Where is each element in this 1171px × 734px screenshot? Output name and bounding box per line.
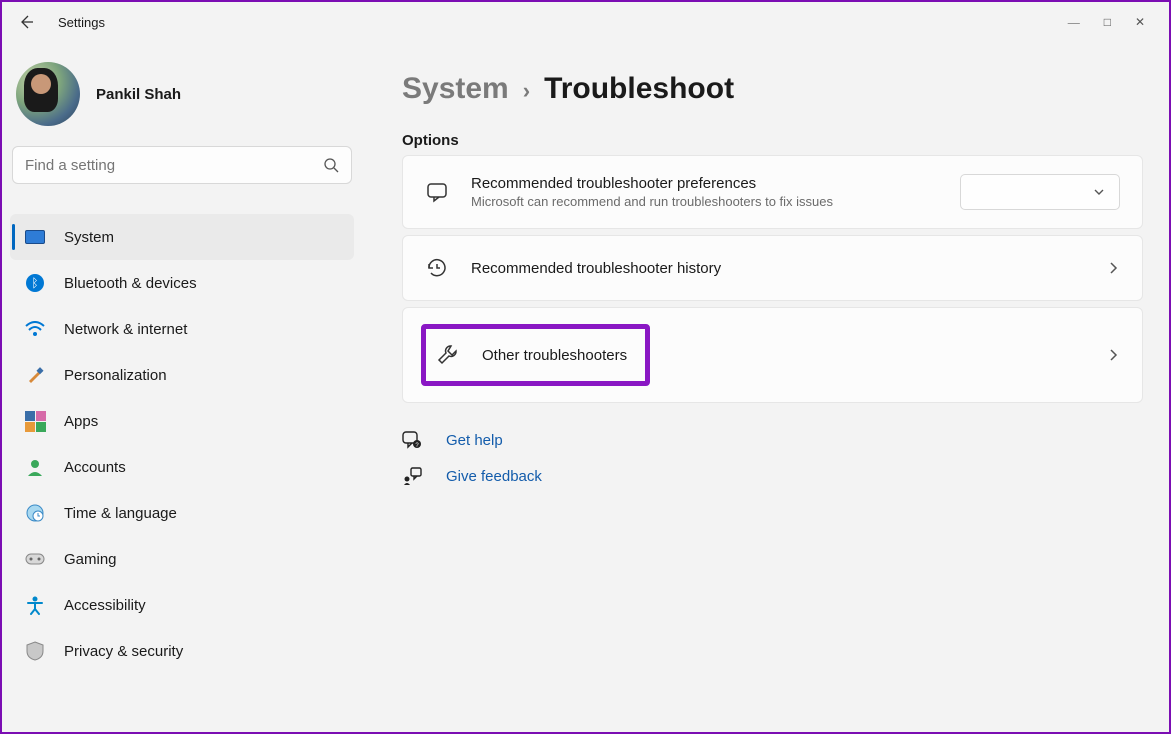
card-subtitle: Microsoft can recommend and run troubles… bbox=[471, 194, 938, 209]
arrow-left-icon bbox=[18, 14, 34, 30]
card-troubleshooter-history[interactable]: Recommended troubleshooter history bbox=[402, 235, 1143, 301]
link-label: Give feedback bbox=[446, 468, 542, 485]
give-feedback-link[interactable]: Give feedback bbox=[402, 467, 1143, 485]
clock-globe-icon bbox=[24, 502, 46, 524]
card-recommended-preferences: Recommended troubleshooter preferences M… bbox=[402, 155, 1143, 229]
sidebar-item-bluetooth[interactable]: ᛒ Bluetooth & devices bbox=[10, 260, 354, 306]
card-title: Other troubleshooters bbox=[482, 347, 627, 364]
card-title: Recommended troubleshooter preferences bbox=[471, 175, 938, 192]
section-title: Options bbox=[402, 132, 1143, 149]
sidebar-item-apps[interactable]: Apps bbox=[10, 398, 354, 444]
sidebar-item-time[interactable]: Time & language bbox=[10, 490, 354, 536]
sidebar: Pankil Shah System ᛒ Bluetooth & devices… bbox=[2, 42, 362, 732]
sidebar-item-privacy[interactable]: Privacy & security bbox=[10, 628, 354, 674]
shield-icon bbox=[24, 640, 46, 662]
sidebar-item-label: Accessibility bbox=[64, 597, 146, 614]
sidebar-item-label: Time & language bbox=[64, 505, 177, 522]
profile-name: Pankil Shah bbox=[96, 86, 181, 103]
search-box[interactable] bbox=[12, 146, 352, 184]
sidebar-item-label: Privacy & security bbox=[64, 643, 183, 660]
brush-icon bbox=[24, 364, 46, 386]
chevron-right-icon bbox=[1106, 348, 1120, 362]
content-area: System › Troubleshoot Options Recommende… bbox=[362, 42, 1169, 732]
sidebar-item-label: Network & internet bbox=[64, 321, 187, 338]
person-icon bbox=[24, 456, 46, 478]
chevron-down-icon bbox=[1093, 186, 1105, 198]
sidebar-item-accounts[interactable]: Accounts bbox=[10, 444, 354, 490]
wifi-icon bbox=[24, 318, 46, 340]
breadcrumb-current: Troubleshoot bbox=[544, 72, 734, 106]
sidebar-item-personalization[interactable]: Personalization bbox=[10, 352, 354, 398]
avatar bbox=[16, 62, 80, 126]
chat-icon bbox=[425, 180, 449, 204]
get-help-link[interactable]: ? Get help bbox=[402, 431, 1143, 449]
sidebar-item-accessibility[interactable]: Accessibility bbox=[10, 582, 354, 628]
back-button[interactable] bbox=[10, 6, 42, 38]
sidebar-item-label: Apps bbox=[64, 413, 98, 430]
card-title: Recommended troubleshooter history bbox=[471, 260, 1084, 277]
sidebar-item-label: Bluetooth & devices bbox=[64, 275, 197, 292]
minimize-button[interactable]: — bbox=[1068, 15, 1080, 30]
help-icon: ? bbox=[402, 431, 424, 449]
card-other-troubleshooters[interactable]: Other troubleshooters bbox=[402, 307, 1143, 403]
breadcrumb: System › Troubleshoot bbox=[402, 72, 1143, 106]
highlight-annotation: Other troubleshooters bbox=[421, 324, 650, 386]
close-button[interactable]: ✕ bbox=[1135, 15, 1145, 30]
sidebar-item-system[interactable]: System bbox=[10, 214, 354, 260]
sidebar-item-label: Gaming bbox=[64, 551, 117, 568]
sidebar-item-label: Personalization bbox=[64, 367, 167, 384]
bluetooth-icon: ᛒ bbox=[24, 272, 46, 294]
sidebar-item-network[interactable]: Network & internet bbox=[10, 306, 354, 352]
sidebar-item-label: System bbox=[64, 229, 114, 246]
preferences-dropdown[interactable] bbox=[960, 174, 1120, 210]
apps-icon bbox=[24, 410, 46, 432]
maximize-button[interactable]: □ bbox=[1104, 15, 1111, 30]
sidebar-item-label: Accounts bbox=[64, 459, 126, 476]
search-icon bbox=[323, 157, 339, 173]
chevron-right-icon bbox=[1106, 261, 1120, 275]
search-input[interactable] bbox=[25, 157, 323, 174]
window-title: Settings bbox=[58, 15, 105, 30]
link-label: Get help bbox=[446, 432, 503, 449]
breadcrumb-parent[interactable]: System bbox=[402, 72, 509, 106]
accessibility-icon bbox=[24, 594, 46, 616]
chevron-right-icon: › bbox=[523, 78, 530, 104]
sidebar-item-gaming[interactable]: Gaming bbox=[10, 536, 354, 582]
feedback-icon bbox=[402, 467, 424, 485]
gamepad-icon bbox=[24, 548, 46, 570]
system-icon bbox=[24, 226, 46, 248]
profile[interactable]: Pankil Shah bbox=[10, 50, 354, 146]
wrench-icon bbox=[436, 343, 460, 367]
history-icon bbox=[425, 256, 449, 280]
